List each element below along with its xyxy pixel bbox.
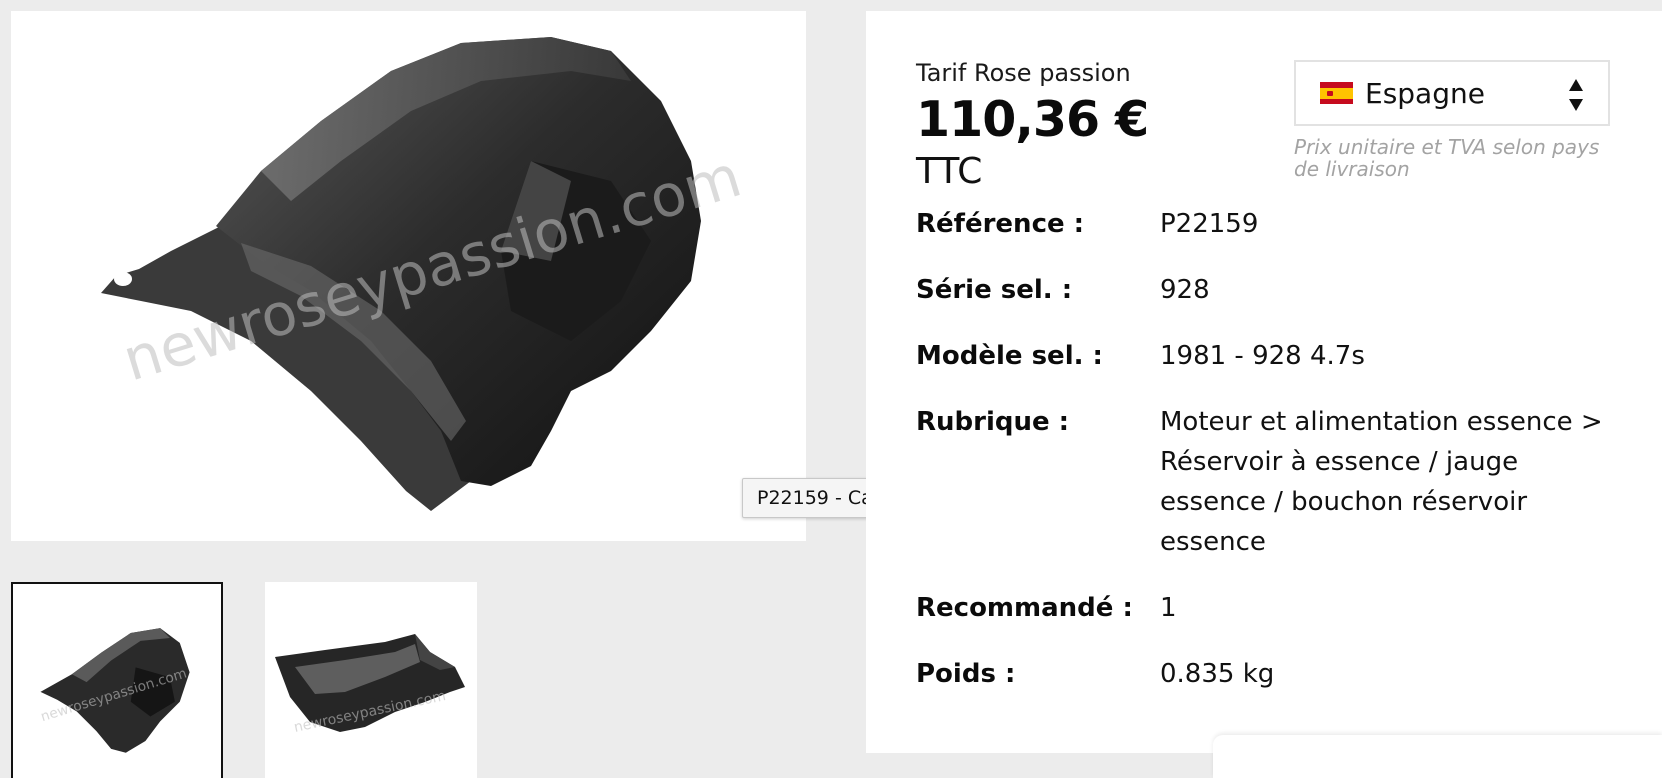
country-select-value: Espagne [1365, 76, 1485, 110]
product-photo: newroseypassion.com [101, 37, 749, 511]
main-product-image[interactable]: newroseypassion.com [11, 11, 806, 541]
spec-value: 1 [1160, 593, 1177, 623]
spec-list: Référence : P22159 Série sel. : 928 Modè… [916, 204, 1616, 720]
spec-row-recommended: Recommandé : 1 [916, 588, 1616, 628]
spec-label: Série sel. : [916, 275, 1073, 305]
spec-value: 928 [1160, 275, 1210, 305]
spec-value: 0.835 kg [1160, 659, 1275, 689]
country-select[interactable]: Espagne [1294, 60, 1610, 126]
spec-row-weight: Poids : 0.835 kg [916, 654, 1616, 694]
spec-value: P22159 [1160, 209, 1259, 239]
spec-label: Poids : [916, 659, 1016, 689]
product-page: newroseypassion.com P22159 - Capot newro… [0, 0, 1662, 778]
spec-row-reference: Référence : P22159 [916, 204, 1616, 244]
thumbnail-2[interactable]: newroseypassion.com [265, 582, 477, 778]
thumbnail-1-selected[interactable]: newroseypassion.com [11, 582, 223, 778]
spec-row-series: Série sel. : 928 [916, 270, 1616, 310]
select-arrows-icon [1568, 77, 1584, 113]
spec-value: 1981 - 928 4.7s [1160, 341, 1365, 371]
spain-flag-icon [1320, 82, 1353, 104]
thumbnail-photo-2: newroseypassion.com [275, 634, 465, 736]
spec-value: Moteur et alimentation essence > Réservo… [1160, 407, 1603, 557]
spec-row-model: Modèle sel. : 1981 - 928 4.7s [916, 336, 1616, 376]
tariff-label: Tarif Rose passion [916, 59, 1131, 87]
thumbnail-photo-1: newroseypassion.com [39, 628, 190, 753]
bottom-panel-edge [1213, 735, 1662, 778]
vat-note: Prix unitaire et TVA selon pays de livra… [1294, 135, 1600, 181]
spec-row-category: Rubrique : Moteur et alimentation essenc… [916, 402, 1616, 562]
spec-label: Rubrique : [916, 407, 1070, 437]
spec-label: Recommandé : [916, 593, 1133, 623]
tax-label: TTC [916, 151, 983, 192]
price: 110,36 € [916, 91, 1149, 148]
spec-label: Référence : [916, 209, 1085, 239]
spec-label: Modèle sel. : [916, 341, 1103, 371]
product-info-panel: Tarif Rose passion 110,36 € TTC Espagne … [866, 11, 1662, 753]
